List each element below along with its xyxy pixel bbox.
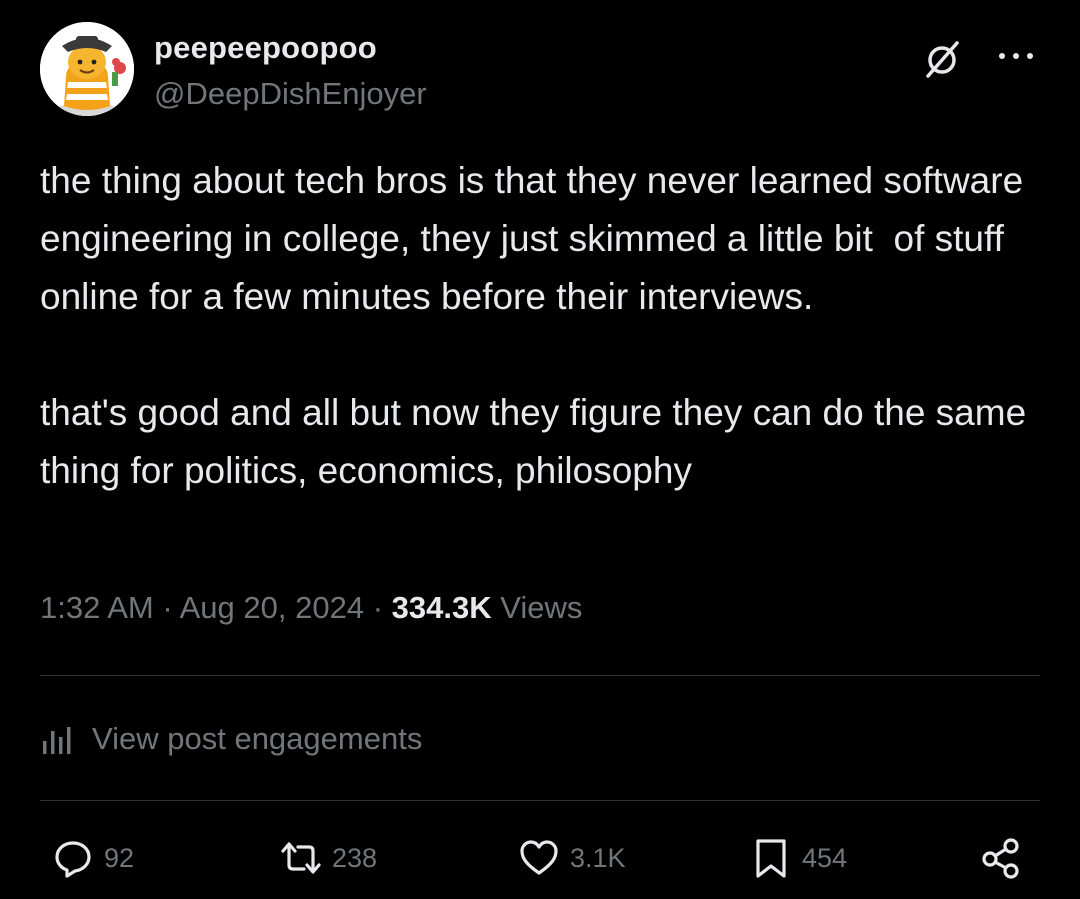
author-display-name[interactable]: peepeepoopoo — [154, 30, 377, 66]
post-time[interactable]: 1:32 AM — [40, 590, 154, 625]
meta-separator: · — [162, 590, 173, 625]
share-icon — [982, 838, 1019, 879]
reply-icon — [55, 841, 91, 878]
post-date[interactable]: Aug 20, 2024 — [180, 590, 364, 625]
avatar-image — [40, 22, 134, 116]
post-metadata: 1:32 AM · Aug 20, 2024 · 334.3K Views — [40, 590, 582, 626]
repost-icon — [281, 842, 321, 874]
like-button[interactable]: 3.1K — [518, 832, 626, 884]
bookmark-count: 454 — [802, 842, 848, 873]
reply-count: 92 — [104, 842, 135, 873]
more-icon[interactable] — [994, 44, 1038, 68]
action-bar: 92 238 3.1K 454 — [0, 832, 1080, 884]
post-text-paragraph: the thing about tech bros is that they n… — [40, 160, 1034, 317]
divider — [40, 675, 1040, 676]
repost-button[interactable]: 238 — [280, 832, 377, 884]
like-count: 3.1K — [570, 842, 626, 873]
bookmark-button[interactable]: 454 — [750, 832, 847, 884]
divider — [40, 800, 1040, 801]
meta-separator: · — [372, 590, 384, 625]
avatar[interactable] — [40, 22, 134, 116]
engagements-label: View post engagements — [92, 721, 423, 756]
heart-icon — [520, 840, 558, 875]
author-handle[interactable]: @DeepDishEnjoyer — [154, 76, 427, 112]
bookmark-icon — [756, 839, 786, 878]
post: peepeepoopoo @DeepDishEnjoyer the thing … — [0, 0, 1080, 899]
share-button[interactable] — [980, 832, 1032, 884]
view-engagements-button[interactable]: View post engagements — [40, 714, 422, 764]
grok-icon[interactable] — [920, 38, 964, 82]
views-count: 334.3K — [391, 590, 492, 625]
analytics-icon — [43, 727, 71, 754]
post-text-paragraph: that's good and all but now they figure … — [40, 392, 1037, 491]
repost-count: 238 — [332, 842, 378, 873]
post-text: the thing about tech bros is that they n… — [40, 152, 1050, 500]
reply-button[interactable]: 92 — [52, 832, 134, 884]
views-label: Views — [500, 590, 583, 625]
